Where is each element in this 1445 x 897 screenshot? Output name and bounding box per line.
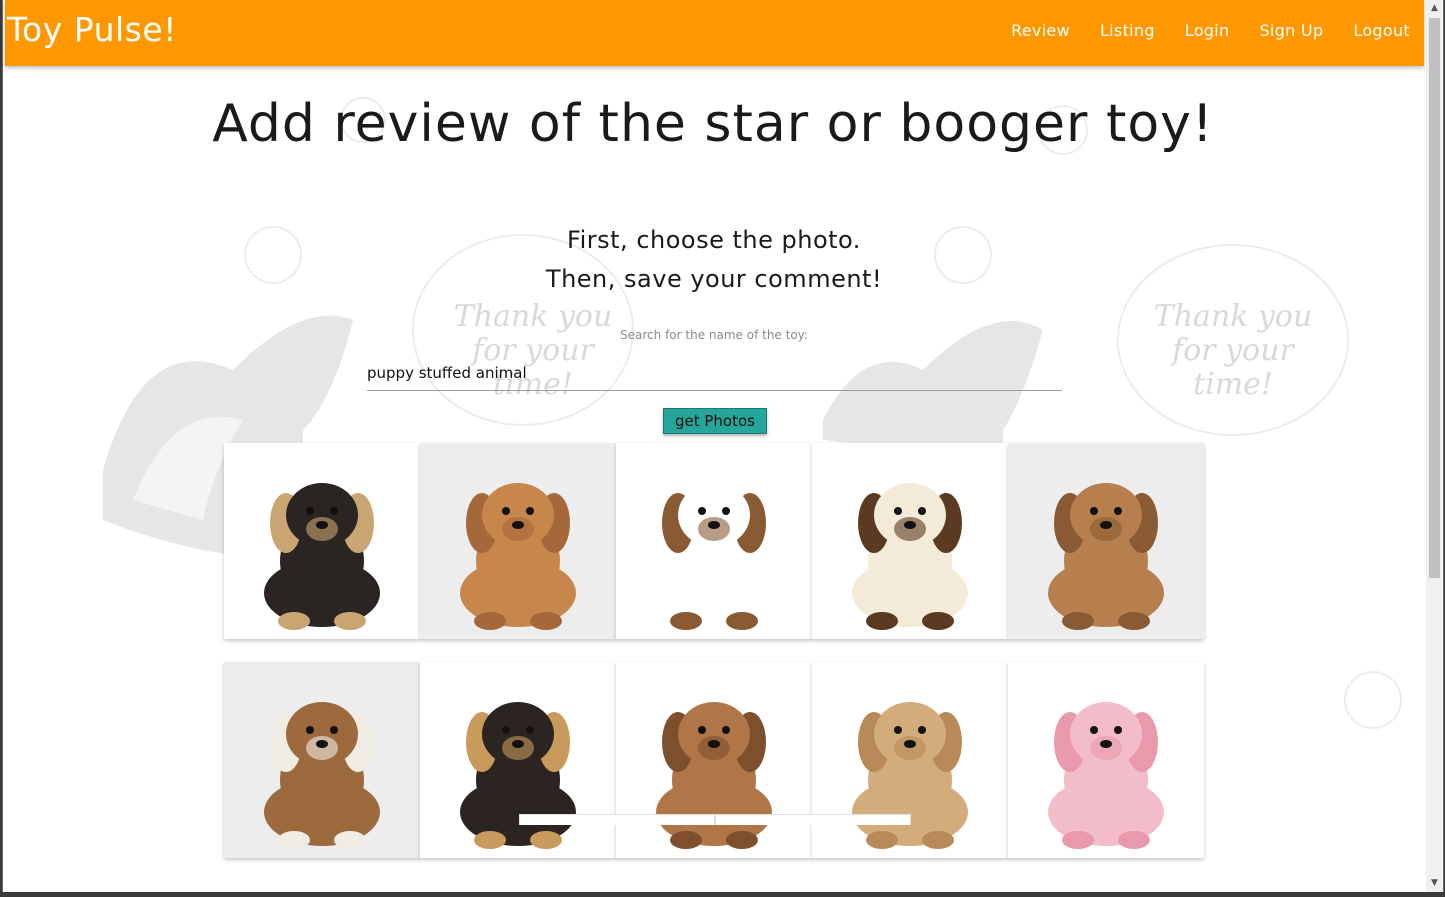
plush-puppy-image [420, 443, 616, 639]
photo-card[interactable] [224, 662, 420, 858]
plush-puppy-image [420, 662, 616, 858]
get-photos-button[interactable]: get Photos [663, 408, 767, 434]
nav-link-logout[interactable]: Logout [1353, 21, 1410, 40]
plush-puppy-image [224, 662, 420, 858]
photo-card[interactable] [812, 443, 1008, 639]
subtitle-first: First, choose the photo. [567, 226, 861, 254]
plush-puppy-image [616, 662, 812, 858]
photo-card-partial[interactable] [715, 814, 911, 825]
nav-link-review[interactable]: Review [1011, 21, 1070, 40]
photo-card[interactable] [420, 662, 616, 858]
photo-card[interactable] [1008, 443, 1204, 639]
photo-card-partial[interactable] [519, 814, 715, 825]
nav-links: Review Listing Login Sign Up Logout [1011, 21, 1410, 40]
search-input[interactable] [367, 356, 1062, 391]
nav-link-login[interactable]: Login [1185, 21, 1230, 40]
photo-card[interactable] [224, 443, 420, 639]
photo-row [224, 662, 1204, 858]
nav-link-listing[interactable]: Listing [1100, 21, 1155, 40]
background-bubble-text: Thank you for your time! [1153, 299, 1313, 402]
scrollbar-thumb[interactable] [1429, 18, 1440, 578]
brand-logo[interactable]: Toy Pulse! [7, 10, 177, 49]
photo-card[interactable] [616, 443, 812, 639]
photo-card[interactable] [812, 662, 1008, 858]
scroll-up-arrow-icon[interactable]: ▲ [1426, 0, 1443, 17]
photo-card[interactable] [616, 662, 812, 858]
plush-puppy-image [616, 443, 812, 639]
plush-puppy-image [1008, 443, 1204, 639]
browser-window: Thank you for your time! Thank you for y… [2, 0, 1444, 892]
search-label: Search for the name of the toy: [620, 328, 808, 342]
plush-puppy-image [812, 443, 1008, 639]
photo-card[interactable] [1008, 662, 1204, 858]
navbar: Toy Pulse! Review Listing Login Sign Up … [5, 0, 1424, 66]
plush-puppy-image [224, 443, 420, 639]
plush-puppy-image [812, 662, 1008, 858]
scroll-down-arrow-icon[interactable]: ▼ [1426, 875, 1443, 892]
page-title: Add review of the star or booger toy! [212, 94, 1214, 154]
nav-link-signup[interactable]: Sign Up [1259, 21, 1323, 40]
subtitle-second: Then, save your comment! [545, 265, 883, 293]
plush-puppy-image [1008, 662, 1204, 858]
photo-row [224, 443, 1204, 639]
vertical-scrollbar[interactable]: ▲ ▼ [1426, 0, 1443, 892]
photo-card[interactable] [420, 443, 616, 639]
